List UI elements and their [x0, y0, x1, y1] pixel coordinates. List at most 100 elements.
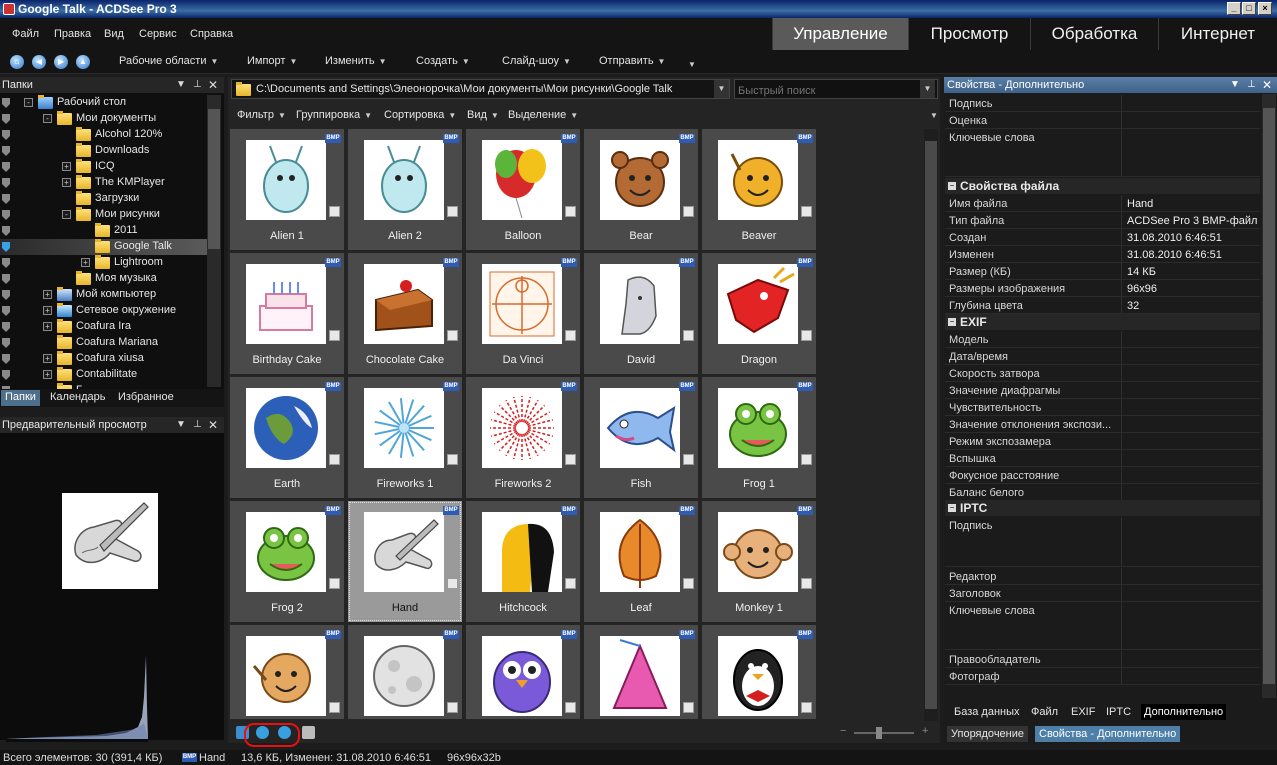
path-bar[interactable]: C:\Documents and Settings\Элеонорочка\Мо…: [231, 79, 730, 99]
collapse-icon[interactable]: −: [948, 182, 956, 190]
mode-tab-online[interactable]: Интернет: [1158, 18, 1277, 50]
thumbnail-item[interactable]: BMP Frog 1: [702, 377, 816, 498]
folder-tree-item[interactable]: + ICQ: [0, 159, 207, 175]
mode-tab-manage[interactable]: Управление: [772, 18, 908, 50]
expand-toggle-icon[interactable]: +: [62, 178, 71, 187]
filter-menu[interactable]: Фильтр ▼: [237, 109, 286, 121]
collapse-icon[interactable]: −: [948, 318, 956, 326]
thumbnail-checkbox[interactable]: [447, 330, 458, 341]
panel-menu-icon[interactable]: ▼: [176, 77, 186, 93]
property-row[interactable]: Фотограф: [945, 668, 1260, 685]
filterbar-overflow-icon[interactable]: ▼: [926, 109, 938, 121]
close-panel-icon[interactable]: ✕: [208, 417, 218, 433]
menu-view[interactable]: Вид: [104, 28, 124, 40]
thumbnail-zoom-slider[interactable]: − +: [838, 725, 938, 739]
thumbnail-item[interactable]: BMP Balloon: [466, 129, 580, 250]
thumbnail-checkbox[interactable]: [329, 206, 340, 217]
quick-search-dropdown-icon[interactable]: ▼: [920, 80, 935, 98]
expand-toggle-icon[interactable]: +: [43, 306, 52, 315]
menu-edit[interactable]: Правка: [54, 28, 91, 40]
folder-pin-icon[interactable]: [2, 354, 10, 364]
tab-file[interactable]: Файл: [1031, 706, 1058, 718]
property-row[interactable]: Скорость затвора: [945, 365, 1260, 382]
folder-pin-icon[interactable]: [2, 146, 10, 156]
folder-tree-item[interactable]: + The KMPlayer: [0, 175, 207, 191]
folder-pin-icon[interactable]: [2, 290, 10, 300]
thumbnail-item[interactable]: BMP David: [584, 253, 698, 374]
thumbnail-item[interactable]: BMP: [466, 625, 580, 719]
collapse-icon[interactable]: −: [948, 504, 956, 512]
forward-icon[interactable]: ▶: [54, 55, 68, 69]
thumbnail-checkbox[interactable]: [801, 702, 812, 713]
expand-toggle-icon[interactable]: +: [62, 162, 71, 171]
thumbnail-item[interactable]: BMP Fireworks 1: [348, 377, 462, 498]
folder-pin-icon[interactable]: [2, 242, 10, 252]
folder-pin-icon[interactable]: [2, 210, 10, 220]
property-row[interactable]: Значение диафрагмы: [945, 382, 1260, 399]
folder-tree-item[interactable]: + Coafura Ira: [0, 319, 207, 335]
expand-toggle-icon[interactable]: +: [81, 258, 90, 267]
create-menu[interactable]: Создать ▼: [416, 55, 470, 67]
property-section-header[interactable]: − EXIF: [945, 314, 1260, 330]
tab-favorites[interactable]: Избранное: [114, 390, 178, 406]
folder-tree-item[interactable]: Downloads: [0, 143, 207, 159]
pin-icon[interactable]: ⊥: [193, 77, 202, 93]
menu-help[interactable]: Справка: [190, 28, 233, 40]
thumbnail-item[interactable]: BMP Fish: [584, 377, 698, 498]
pin-icon[interactable]: ⊥: [193, 417, 202, 433]
quick-search-input[interactable]: [734, 79, 938, 99]
property-row[interactable]: Дата/время: [945, 348, 1260, 365]
property-row[interactable]: Ключевые слова: [945, 129, 1260, 177]
property-row[interactable]: Модель: [945, 331, 1260, 348]
folder-tree-item[interactable]: - Рабочий стол: [0, 95, 207, 111]
thumbnail-checkbox[interactable]: [447, 578, 458, 589]
folder-tree-item[interactable]: + Contabilitate: [0, 367, 207, 383]
property-row[interactable]: Режим экспозамера: [945, 433, 1260, 450]
thumbnail-checkbox[interactable]: [683, 206, 694, 217]
mode-tab-view[interactable]: Просмотр: [908, 18, 1030, 50]
property-row[interactable]: Размер (КБ) 14 КБ: [945, 263, 1260, 280]
property-row[interactable]: Правообладатель: [945, 651, 1260, 668]
thumbnail-checkbox[interactable]: [565, 330, 576, 341]
mode-tab-process[interactable]: Обработка: [1030, 18, 1158, 50]
property-row[interactable]: Фокусное расстояние: [945, 467, 1260, 484]
panel-menu-icon[interactable]: ▼: [1230, 77, 1240, 93]
close-panel-icon[interactable]: ✕: [1262, 77, 1272, 93]
thumbnail-checkbox[interactable]: [683, 702, 694, 713]
thumbnail-checkbox[interactable]: [329, 330, 340, 341]
thumbnail-checkbox[interactable]: [683, 330, 694, 341]
folder-tree-item[interactable]: + Coafura xiusa: [0, 351, 207, 367]
expand-toggle-icon[interactable]: -: [62, 210, 71, 219]
thumbnail-checkbox[interactable]: [329, 702, 340, 713]
view-menu[interactable]: Вид ▼: [467, 109, 499, 121]
thumbnail-item[interactable]: BMP Earth: [230, 377, 344, 498]
folder-tree-item[interactable]: + Сетевое окружение: [0, 303, 207, 319]
folder-tree-item[interactable]: Моя музыка: [0, 271, 207, 287]
tab-calendar[interactable]: Календарь: [46, 390, 110, 406]
tab-database[interactable]: База данных: [954, 706, 1020, 718]
folder-pin-icon[interactable]: [2, 370, 10, 380]
zoom-in-icon[interactable]: +: [922, 725, 928, 737]
up-icon[interactable]: ▲: [76, 55, 90, 69]
thumbnail-checkbox[interactable]: [801, 330, 812, 341]
thumbnail-checkbox[interactable]: [801, 454, 812, 465]
back-icon[interactable]: ◀: [32, 55, 46, 69]
property-section-header[interactable]: − Свойства файла: [945, 178, 1260, 194]
maximize-button[interactable]: □: [1242, 2, 1256, 15]
thumbnail-item[interactable]: BMP Alien 2: [348, 129, 462, 250]
zoom-out-icon[interactable]: −: [840, 725, 846, 737]
minimize-button[interactable]: _: [1227, 2, 1241, 15]
thumbnail-checkbox[interactable]: [447, 702, 458, 713]
expand-toggle-icon[interactable]: +: [43, 322, 52, 331]
expand-toggle-icon[interactable]: +: [43, 290, 52, 299]
folder-pin-icon[interactable]: [2, 322, 10, 332]
folder-tree-item[interactable]: Google Talk: [0, 239, 207, 255]
thumbnail-item[interactable]: BMP Leaf: [584, 501, 698, 622]
folder-tree-item[interactable]: - Мои рисунки: [0, 207, 207, 223]
property-row[interactable]: Изменен 31.08.2010 6:46:51: [945, 246, 1260, 263]
panel-menu-icon[interactable]: ▼: [176, 417, 186, 433]
thumbnail-item[interactable]: BMP Da Vinci: [466, 253, 580, 374]
select-menu[interactable]: Выделение ▼: [508, 109, 578, 121]
folder-pin-icon[interactable]: [2, 114, 10, 124]
property-section-header[interactable]: − IPTC: [945, 500, 1260, 516]
